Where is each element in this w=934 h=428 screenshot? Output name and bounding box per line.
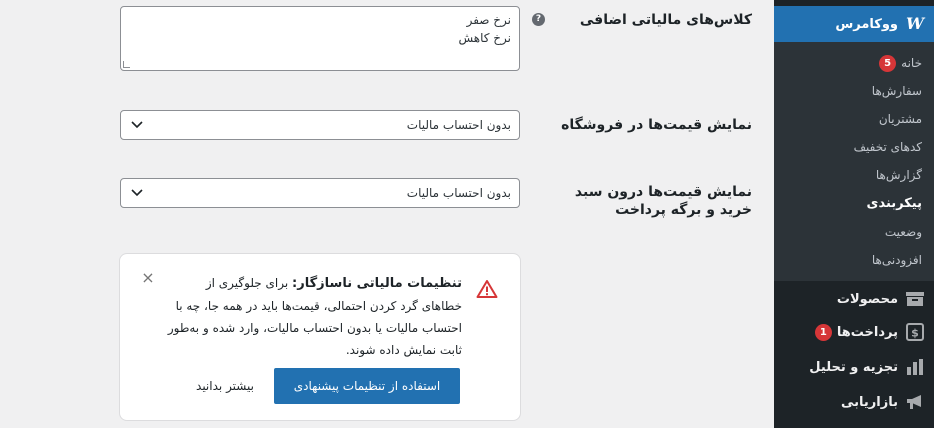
notice-message: تنظیمات مالیاتی ناسازگار: برای جلوگیری ا… [162,272,462,361]
sidebar-item-woocommerce[interactable]: W ووکامرس [766,6,934,42]
woocommerce-icon: W [906,14,924,33]
sidebar-item-products[interactable]: محصولات [774,285,934,313]
chevron-down-icon [131,189,143,197]
submenu-item-customers[interactable]: مشتریان [774,109,922,129]
help-icon[interactable]: ? [532,13,545,26]
current-menu-arrow [766,16,774,32]
cart-prices-value: بدون احتساب مالیات [406,186,511,200]
woocommerce-submenu: خانه 5 سفارش‌ها مشتریان کدهای تخفیف گزار… [774,42,934,281]
warning-icon [476,280,498,298]
submenu-item-coupons[interactable]: کدهای تخفیف [774,137,922,157]
tax-classes-textarea[interactable]: نرخ صفر نرخ کاهش [120,6,520,71]
use-recommended-settings-button[interactable]: استفاده از تنظیمات پیشنهادی [274,368,460,404]
chevron-down-icon [131,121,143,129]
submenu-item-status[interactable]: وضعیت [774,222,922,242]
tax-class-line-2: نرخ کاهش [458,31,511,45]
sidebar-item-label: ووکامرس [835,16,898,32]
megaphone-icon [905,392,925,412]
svg-text:$: $ [911,327,919,340]
shop-prices-select[interactable]: بدون احتساب مالیات [120,110,520,140]
submenu-item-home[interactable]: خانه 5 [774,53,922,73]
bar-chart-icon [905,357,925,377]
shop-prices-label: نمایش قیمت‌ها در فروشگاه [561,117,752,133]
dollar-icon: $ [905,322,925,342]
resize-handle-icon[interactable] [123,61,130,68]
submenu-item-settings[interactable]: پیکربندی [774,193,922,213]
submenu-item-orders[interactable]: سفارش‌ها [774,81,922,101]
cart-prices-select[interactable]: بدون احتساب مالیات [120,178,520,208]
learn-more-button[interactable]: بیشتر بدانید [180,368,270,404]
tax-classes-label: کلاس‌های مالیاتی اضافی [579,12,752,28]
submenu-item-extensions[interactable]: افزودنی‌ها [774,250,922,270]
settings-content: کلاس‌های مالیاتی اضافی ? نرخ صفر نرخ کاه… [0,0,774,428]
shop-prices-value: بدون احتساب مالیات [406,118,511,132]
payments-label: پرداخت‌ها [836,324,898,340]
admin-sidebar: W ووکامرس خانه 5 سفارش‌ها مشتریان کدهای … [766,0,934,428]
submenu-item-reports[interactable]: گزارش‌ها [774,165,922,185]
cart-prices-label: نمایش قیمت‌ها درون سبد خرید و برگه پرداخ… [574,184,752,218]
notice-title: تنظیمات مالیاتی ناسازگار: [292,276,462,291]
submenu-label: خانه [901,56,922,70]
close-icon[interactable]: × [140,270,156,286]
notification-badge: 1 [814,323,832,341]
notification-badge: 5 [879,54,897,72]
sidebar-item-analytics[interactable]: تجزیه و تحلیل [774,353,934,381]
tax-notice: تنظیمات مالیاتی ناسازگار: برای جلوگیری ا… [119,253,521,421]
tax-class-line-1: نرخ صفر [466,13,511,27]
archive-box-icon [905,289,925,309]
sidebar-item-marketing[interactable]: بازاریابی [774,388,934,416]
sidebar-item-payments[interactable]: $ پرداخت‌ها 1 [774,318,934,346]
